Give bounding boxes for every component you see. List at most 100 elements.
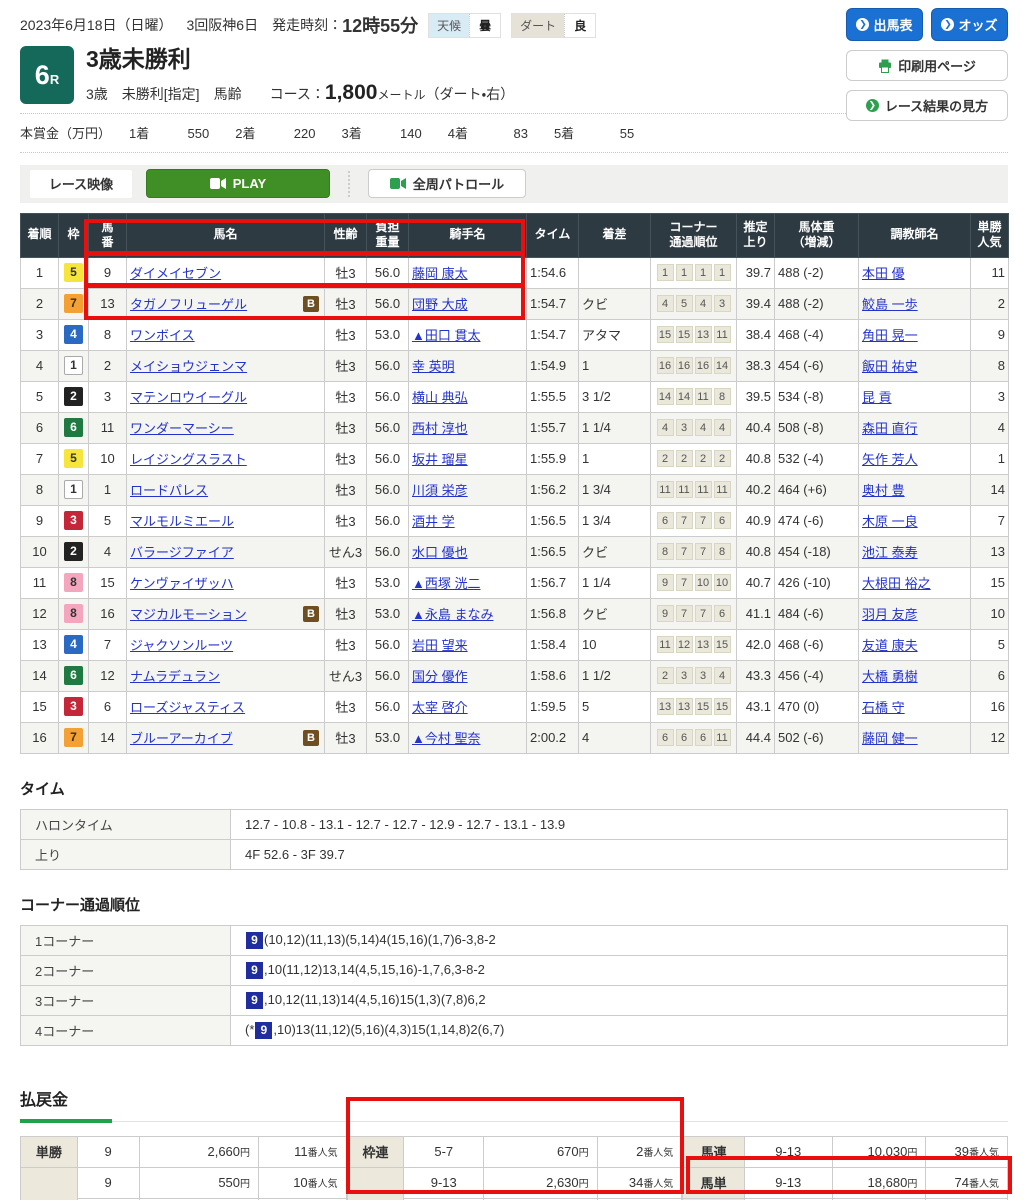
horse-name-link[interactable]: ナムラデュラン bbox=[130, 669, 220, 684]
corner-positions: 1111 bbox=[651, 257, 737, 288]
jockey-link[interactable]: 西村 淳也 bbox=[412, 421, 468, 436]
highlighted-horse-number: 9 bbox=[246, 932, 263, 949]
entries-button[interactable]: ❯ 出馬表 bbox=[846, 8, 923, 41]
jockey-cell: 坂井 瑠星 bbox=[409, 443, 527, 474]
yen-suffix: 円 bbox=[579, 1148, 589, 1159]
payout-combination: 9-13 bbox=[744, 1136, 832, 1167]
horse-name-link[interactable]: タガノフリューゲル bbox=[130, 297, 247, 312]
horse-name-link[interactable]: マテンロウイーグル bbox=[130, 390, 247, 405]
popularity-suffix: 番人気 bbox=[643, 1179, 673, 1190]
trainer-link[interactable]: 羽月 友彦 bbox=[862, 607, 918, 622]
print-page-button[interactable]: 印刷用ページ bbox=[846, 50, 1008, 81]
prize-place: 3着 bbox=[341, 123, 361, 142]
win-popularity: 12 bbox=[971, 722, 1009, 753]
trainer-link[interactable]: 大根田 裕之 bbox=[862, 576, 931, 591]
jockey-link[interactable]: ▲西塚 洸二 bbox=[412, 576, 480, 591]
trainer-link[interactable]: 木原 一良 bbox=[862, 514, 918, 529]
horse-name-link[interactable]: ロードパレス bbox=[130, 483, 208, 498]
horse-name-link[interactable]: ローズジャスティス bbox=[130, 700, 245, 715]
horse-name-link[interactable]: ワンダーマーシー bbox=[130, 421, 234, 436]
payout-combination: 5-7 bbox=[404, 1136, 484, 1167]
frame-cell: 6 bbox=[59, 412, 89, 443]
margin: クビ bbox=[579, 598, 651, 629]
jockey-link[interactable]: 酒井 学 bbox=[412, 514, 455, 529]
jockey-link[interactable]: 太宰 啓介 bbox=[412, 700, 468, 715]
trainer-link[interactable]: 森田 直行 bbox=[862, 421, 918, 436]
margin: 1 1/2 bbox=[579, 660, 651, 691]
corner-section-heading: コーナー通過順位 bbox=[20, 894, 1008, 915]
printer-icon bbox=[878, 59, 892, 73]
horse-name-link[interactable]: ダイメイセブン bbox=[130, 266, 221, 281]
jockey-cell: 太宰 啓介 bbox=[409, 691, 527, 722]
table-row: 348ワンボイス牡353.0▲田口 貫太1:54.7アタマ1515131138.… bbox=[21, 319, 1009, 350]
corner-position-chip: 7 bbox=[676, 574, 693, 591]
horse-name-link[interactable]: レイジングスラスト bbox=[130, 452, 247, 467]
chevron-circle-icon: ❯ bbox=[941, 18, 954, 31]
trainer-link[interactable]: 飯田 祐史 bbox=[862, 359, 918, 374]
trainer-link[interactable]: 大橋 勇樹 bbox=[862, 669, 918, 684]
last-3f: 39.5 bbox=[737, 381, 775, 412]
horse-name-link[interactable]: ワンボイス bbox=[130, 328, 195, 343]
corner-position-chip: 7 bbox=[695, 605, 712, 622]
corner-position-chip: 2 bbox=[695, 450, 712, 467]
trainer-link[interactable]: 友道 康夫 bbox=[862, 638, 918, 653]
jockey-link[interactable]: 幸 英明 bbox=[412, 359, 455, 374]
payout-amount: 670円 bbox=[484, 1136, 598, 1167]
result-guide-button[interactable]: ❯ レース結果の見方 bbox=[846, 90, 1008, 121]
jockey-link[interactable]: ▲今村 聖奈 bbox=[412, 731, 480, 746]
trainer-link[interactable]: 奥村 豊 bbox=[862, 483, 905, 498]
corner-position-chip: 1 bbox=[695, 264, 712, 281]
prize-amount: 55 bbox=[582, 126, 634, 141]
frame-cell: 8 bbox=[59, 567, 89, 598]
corner-position-chip: 7 bbox=[695, 512, 712, 529]
table-row: 523マテンロウイーグル牡356.0横山 典弘1:55.53 1/2141411… bbox=[21, 381, 1009, 412]
agari-row: 上り 4F 52.6 - 3F 39.7 bbox=[21, 839, 1008, 869]
trainer-link[interactable]: 池江 泰寿 bbox=[862, 545, 918, 560]
horse-name-link[interactable]: マジカルモーション bbox=[130, 607, 247, 622]
prize-items: 1着5502着2203着1404着835着55 bbox=[129, 123, 660, 142]
horse-name-link[interactable]: マルモルミエール bbox=[130, 514, 234, 529]
results-column-header: 着順 bbox=[21, 213, 59, 257]
horse-name-link[interactable]: バラージファイア bbox=[130, 545, 234, 560]
jockey-link[interactable]: 団野 大成 bbox=[412, 297, 468, 312]
horse-number: 14 bbox=[89, 722, 127, 753]
jockey-link[interactable]: ▲永島 まなみ bbox=[412, 607, 493, 622]
jockey-link[interactable]: 川須 栄彦 bbox=[412, 483, 468, 498]
trainer-link[interactable]: 本田 優 bbox=[862, 266, 905, 281]
jockey-link[interactable]: 横山 典弘 bbox=[412, 390, 468, 405]
jockey-link[interactable]: 国分 優作 bbox=[412, 669, 468, 684]
popularity-suffix: 番人気 bbox=[308, 1148, 338, 1159]
corner-position-chip: 16 bbox=[676, 357, 693, 374]
trainer-link[interactable]: 角田 晃一 bbox=[862, 328, 918, 343]
jockey-link[interactable]: ▲田口 貫太 bbox=[412, 328, 480, 343]
horse-name-link[interactable]: ブルーアーカイブ bbox=[130, 731, 233, 746]
trainer-link[interactable]: 藤岡 健一 bbox=[862, 731, 918, 746]
trainer-link[interactable]: 昆 貢 bbox=[862, 390, 892, 405]
jockey-link[interactable]: 岩田 望来 bbox=[412, 638, 468, 653]
prize-amount: 220 bbox=[263, 126, 315, 141]
patrol-video-button[interactable]: 全周パトロール bbox=[368, 169, 526, 198]
horse-name-link[interactable]: メイショウジェンマ bbox=[130, 359, 247, 374]
trainer-link[interactable]: 鮫島 一歩 bbox=[862, 297, 918, 312]
corner-position-chip: 4 bbox=[695, 295, 712, 312]
horse-name-link[interactable]: ケンヴァイザッハ bbox=[130, 576, 234, 591]
odds-button[interactable]: ❯ オッズ bbox=[931, 8, 1008, 41]
horse-name-link[interactable]: ジャクソンルーツ bbox=[130, 638, 233, 653]
win-popularity: 4 bbox=[971, 412, 1009, 443]
play-button[interactable]: PLAY bbox=[146, 169, 330, 198]
trainer-cell: 大根田 裕之 bbox=[859, 567, 971, 598]
finish-time: 1:54.6 bbox=[527, 257, 579, 288]
corner-positions: 4543 bbox=[651, 288, 737, 319]
course-label: コース： bbox=[270, 84, 325, 104]
frame-badge: 8 bbox=[64, 573, 83, 592]
trainer-link[interactable]: 矢作 芳人 bbox=[862, 452, 918, 467]
trainer-link[interactable]: 石橋 守 bbox=[862, 700, 905, 715]
jockey-link[interactable]: 水口 優也 bbox=[412, 545, 468, 560]
jockey-link[interactable]: 坂井 瑠星 bbox=[412, 452, 468, 467]
jockey-link[interactable]: 藤岡 康太 bbox=[412, 266, 468, 281]
horse-name-cell: ローズジャスティス bbox=[127, 691, 325, 722]
blinkers-badge: B bbox=[303, 730, 319, 746]
horse-name-cell: タガノフリューゲルB bbox=[127, 288, 325, 319]
trainer-cell: 飯田 祐史 bbox=[859, 350, 971, 381]
frame-badge: 3 bbox=[64, 697, 83, 716]
